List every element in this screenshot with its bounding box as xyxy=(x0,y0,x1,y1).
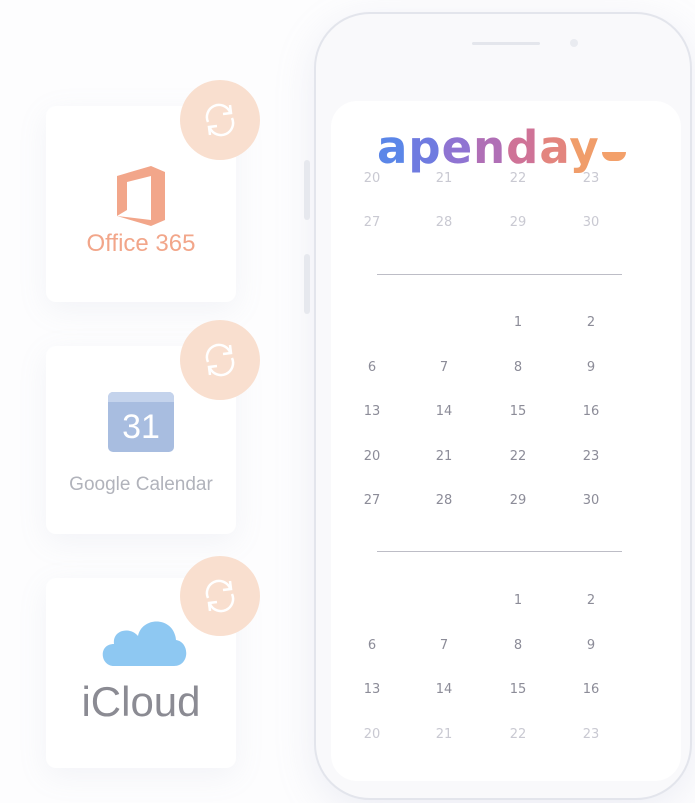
logo-letter: a xyxy=(377,121,409,174)
sync-arrows-icon xyxy=(205,103,235,137)
calendar-day[interactable]: 1 xyxy=(498,593,538,608)
calendar-day[interactable]: 8 xyxy=(498,360,538,375)
calendar-day[interactable]: 13 xyxy=(352,682,392,697)
phone-speaker xyxy=(472,42,540,45)
office365-label: Office 365 xyxy=(86,230,196,257)
icloud-icon xyxy=(102,621,187,666)
calendar-day[interactable]: 27 xyxy=(352,215,392,230)
logo-letter: n xyxy=(473,121,507,174)
calendar-day[interactable]: 16 xyxy=(571,404,611,419)
calendar-day[interactable]: 16 xyxy=(571,682,611,697)
calendar-day[interactable]: 30 xyxy=(571,493,611,508)
calendar-day[interactable]: 7 xyxy=(424,638,464,653)
calendar-day[interactable]: 30 xyxy=(571,215,611,230)
calendar-day[interactable]: 15 xyxy=(498,404,538,419)
calendar-day[interactable]: 1 xyxy=(498,315,538,330)
calendar-day[interactable]: 13 xyxy=(352,404,392,419)
month-divider xyxy=(377,551,622,552)
icloud-label: iCloud xyxy=(81,678,201,725)
calendar-day[interactable]: 20 xyxy=(352,727,392,742)
calendar-day[interactable]: 28 xyxy=(424,493,464,508)
calendar-day[interactable]: 15 xyxy=(498,682,538,697)
google-calendar-icon: 31 xyxy=(108,392,174,452)
calendar-day[interactable]: 29 xyxy=(498,493,538,508)
calendar-day[interactable]: 28 xyxy=(424,215,464,230)
calendar-day[interactable]: 8 xyxy=(498,638,538,653)
phone-side-button xyxy=(304,254,310,314)
calendar-day[interactable]: 27 xyxy=(352,493,392,508)
google-calendar-label: Google Calendar xyxy=(69,474,213,495)
calendar-day[interactable]: 29 xyxy=(498,215,538,230)
month-divider xyxy=(377,274,622,275)
logo-letter: y xyxy=(569,121,600,174)
google-calendar-sync-button[interactable] xyxy=(180,320,260,400)
app-screen: 20 21 22 23 27 28 29 30 apenday 1 2 6 7 8 9 13 14 15 16 2… xyxy=(331,101,681,781)
logo-letter: p xyxy=(408,121,442,174)
logo-letter: a xyxy=(539,121,570,174)
calendar-day[interactable]: 2 xyxy=(571,593,611,608)
calendar-day[interactable]: 21 xyxy=(424,449,464,464)
calendar-day[interactable]: 6 xyxy=(352,360,392,375)
calendar-day[interactable]: 21 xyxy=(424,727,464,742)
calendar-day[interactable]: 22 xyxy=(498,449,538,464)
calendar-day[interactable]: 9 xyxy=(571,638,611,653)
calendar-day[interactable]: 6 xyxy=(352,638,392,653)
icloud-sync-button[interactable] xyxy=(180,556,260,636)
calendar-day[interactable]: 2 xyxy=(571,315,611,330)
calendar-date-number: 31 xyxy=(122,408,160,446)
calendar-day[interactable]: 14 xyxy=(424,404,464,419)
phone-side-button xyxy=(304,160,310,220)
phone-camera xyxy=(570,39,578,47)
logo-dot xyxy=(601,152,626,161)
calendar-day[interactable]: 14 xyxy=(424,682,464,697)
calendar-day[interactable]: 23 xyxy=(571,727,611,742)
sync-arrows-icon xyxy=(205,343,235,377)
logo-letter: e xyxy=(441,121,474,174)
office365-sync-button[interactable] xyxy=(180,80,260,160)
calendar-day[interactable]: 22 xyxy=(498,727,538,742)
office-365-icon xyxy=(117,166,165,226)
apenday-logo: apenday xyxy=(377,125,626,170)
calendar-day[interactable]: 20 xyxy=(352,449,392,464)
calendar-day[interactable]: 23 xyxy=(571,449,611,464)
sync-arrows-icon xyxy=(205,579,235,613)
calendar-day[interactable]: 9 xyxy=(571,360,611,375)
calendar-day[interactable]: 7 xyxy=(424,360,464,375)
logo-letter: d xyxy=(506,121,540,174)
